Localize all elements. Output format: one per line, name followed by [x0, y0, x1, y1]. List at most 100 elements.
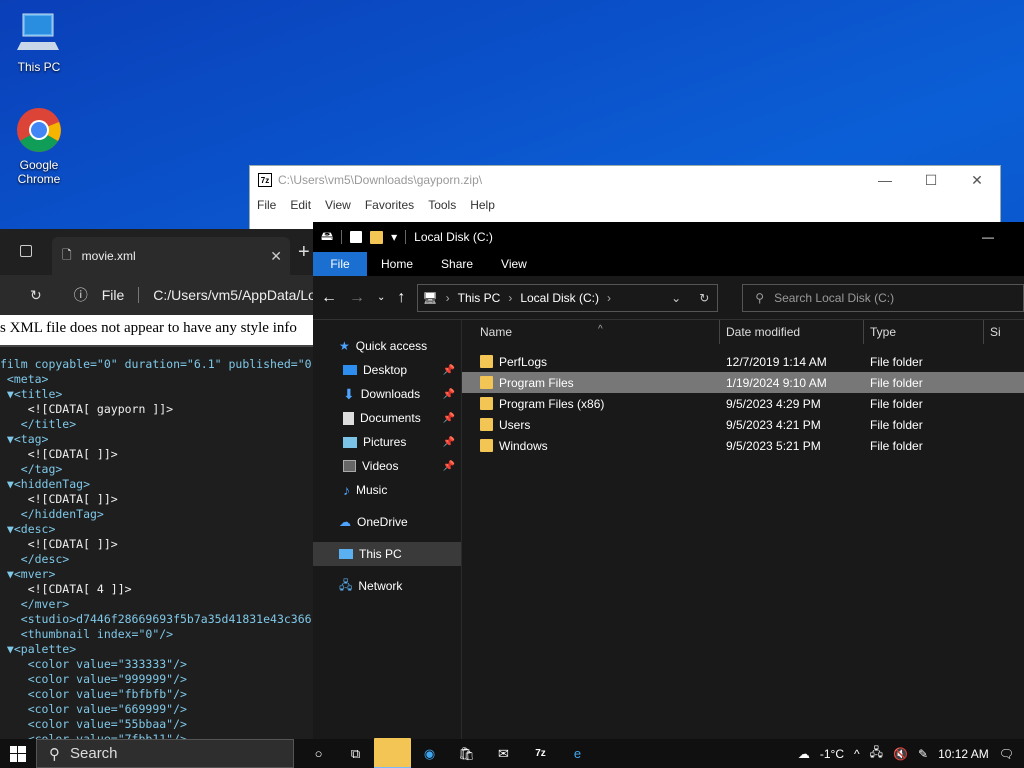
address-path[interactable]: 🖥 › This PC › Local Disk (C:) › ⌄ ↻	[417, 283, 719, 312]
music-icon: ♪	[343, 482, 350, 498]
menu-edit[interactable]: Edit	[290, 198, 311, 212]
forward-icon[interactable]: →	[349, 289, 365, 307]
store-icon[interactable]: 🛍	[448, 739, 485, 768]
refresh-icon[interactable]: ↻	[699, 291, 709, 305]
ribbon-tab-home[interactable]: Home	[367, 257, 427, 271]
up-icon[interactable]: ↑	[397, 289, 405, 307]
close-tab-icon[interactable]: ✕	[270, 248, 282, 265]
network-icon[interactable]: 🖧	[870, 743, 883, 764]
volume-muted-icon[interactable]: 🔇	[893, 747, 908, 761]
column-date-modified[interactable]: Date modified	[720, 319, 864, 344]
chevron-down-icon[interactable]: ⌄	[671, 291, 681, 305]
nav-quick-access[interactable]: ★ Quick access	[313, 334, 461, 358]
temperature[interactable]: -1°C	[820, 747, 844, 761]
cortana-icon[interactable]: ○	[300, 739, 337, 768]
search-placeholder: Search Local Disk (C:)	[774, 290, 895, 305]
nav-network[interactable]: 🖧 Network	[313, 574, 461, 598]
start-button[interactable]	[0, 745, 36, 762]
menu-favorites[interactable]: Favorites	[365, 198, 414, 212]
file-row[interactable]: Users 9/5/2023 4:21 PM File folder	[462, 414, 1024, 435]
nav-downloads[interactable]: ⬇ Downloads 📌	[313, 382, 461, 406]
nav-this-pc[interactable]: This PC	[313, 542, 461, 566]
file-row[interactable]: Windows 9/5/2023 5:21 PM File folder	[462, 435, 1024, 456]
weather-icon[interactable]: ☁	[798, 747, 810, 761]
xml-style-notice: s XML file does not appear to have any s…	[0, 315, 313, 347]
task-view-icon[interactable]: ⧉	[337, 739, 374, 768]
nav-pictures[interactable]: Pictures 📌	[313, 430, 461, 454]
xml-line: </tag>	[0, 462, 63, 476]
file-date: 9/5/2023 4:29 PM	[726, 396, 821, 411]
xml-line: </desc>	[0, 552, 70, 566]
tab-actions-icon[interactable]	[20, 245, 32, 257]
file-explorer-window: 🖴 ▾ Local Disk (C:) — File Home Share Vi…	[313, 222, 1024, 739]
search-box[interactable]: ⚲ Search Local Disk (C:)	[742, 283, 1024, 312]
nav-label: OneDrive	[357, 515, 408, 529]
menu-file[interactable]: File	[257, 198, 276, 212]
edge-icon[interactable]: ◉	[411, 739, 448, 768]
mail-icon[interactable]: ✉	[485, 739, 522, 768]
desktop-icon-google-chrome[interactable]: Google Chrome	[4, 106, 74, 186]
ribbon-tab-view[interactable]: View	[487, 257, 541, 271]
pin-icon: 📌	[442, 436, 455, 448]
xml-line: <meta>	[0, 372, 49, 386]
xml-line: <color value="999999"/>	[0, 672, 187, 686]
nav-desktop[interactable]: Desktop 📌	[313, 358, 461, 382]
new-folder-icon[interactable]	[370, 230, 384, 244]
drive-icon: 🖴	[321, 228, 334, 243]
file-type: File folder	[870, 375, 923, 390]
file-explorer-taskbar-icon[interactable]	[374, 738, 411, 768]
browser-window: 🗋 movie.xml ✕ + ↻ ⓘ File C:/Users/vm5/Ap…	[0, 229, 313, 739]
xml-line: <![CDATA[ ]]>	[0, 447, 118, 461]
minimize-icon[interactable]: —	[982, 230, 994, 244]
explorer-titlebar[interactable]: 🖴 ▾ Local Disk (C:) —	[313, 222, 1024, 252]
nav-onedrive[interactable]: ☁ OneDrive	[313, 510, 461, 534]
column-name[interactable]: Name	[462, 319, 720, 344]
xml-line: <color value="333333"/>	[0, 657, 187, 671]
tab-title: movie.xml	[81, 249, 136, 263]
close-icon[interactable]: ✕	[954, 172, 1000, 189]
chevron-up-icon[interactable]: ^	[854, 747, 860, 761]
xml-line: </hiddenTag>	[0, 507, 104, 521]
maximize-icon[interactable]: ☐	[908, 172, 954, 189]
xml-line: <![CDATA[ 4 ]]>	[0, 582, 132, 596]
refresh-icon[interactable]: ↻	[30, 287, 42, 304]
nav-music[interactable]: ♪ Music	[313, 478, 461, 502]
windows-logo-icon	[10, 745, 26, 762]
internet-explorer-icon[interactable]: e	[559, 739, 596, 768]
document-icon	[343, 411, 354, 425]
back-icon[interactable]: ←	[321, 289, 337, 307]
ribbon-tab-share[interactable]: Share	[427, 257, 487, 271]
breadcrumb-this-pc[interactable]: This PC	[458, 291, 501, 305]
ribbon-tab-file[interactable]: File	[313, 252, 367, 276]
sevenzip-taskbar-icon[interactable]: 7z	[522, 739, 559, 768]
nav-videos[interactable]: Videos 📌	[313, 454, 461, 478]
download-icon: ⬇	[343, 385, 355, 402]
properties-icon[interactable]	[350, 231, 363, 243]
nav-label: Downloads	[360, 387, 421, 401]
menu-view[interactable]: View	[325, 198, 351, 212]
info-icon[interactable]: ⓘ	[74, 285, 88, 305]
nav-documents[interactable]: Documents 📌	[313, 406, 461, 430]
xml-tree: film copyable="0" duration="6.1" publish…	[0, 347, 313, 739]
sevenzip-titlebar[interactable]: 7z C:\Users\vm5\Downloads\gayporn.zip\ —…	[250, 166, 1000, 194]
menu-help[interactable]: Help	[470, 198, 495, 212]
column-size[interactable]: Si	[984, 320, 1024, 344]
file-row[interactable]: Program Files (x86) 9/5/2023 4:29 PM Fil…	[462, 393, 1024, 414]
file-row[interactable]: Program Files 1/19/2024 9:10 AM File fol…	[462, 372, 1024, 393]
clock[interactable]: 10:12 AM	[938, 747, 989, 761]
address-bar[interactable]: File C:/Users/vm5/AppData/Lo	[102, 287, 313, 303]
folder-icon	[480, 397, 493, 410]
column-type[interactable]: Type	[864, 319, 984, 344]
browser-tab[interactable]: 🗋 movie.xml ✕	[52, 237, 290, 275]
customize-quick-access-icon[interactable]: ▾	[391, 230, 397, 244]
taskbar-search[interactable]: ⚲ Search	[36, 739, 294, 768]
pen-icon[interactable]: ✎	[918, 747, 928, 761]
menu-tools[interactable]: Tools	[428, 198, 456, 212]
minimize-icon[interactable]: —	[862, 172, 908, 189]
breadcrumb-local-disk[interactable]: Local Disk (C:)	[520, 291, 599, 305]
notifications-icon[interactable]: 🗨	[999, 747, 1014, 761]
file-row[interactable]: PerfLogs 12/7/2019 1:14 AM File folder	[462, 351, 1024, 372]
desktop-icon-this-pc[interactable]: This PC	[4, 8, 74, 74]
new-tab-icon[interactable]: +	[298, 241, 310, 264]
recent-locations-icon[interactable]: ⌄	[377, 292, 385, 303]
